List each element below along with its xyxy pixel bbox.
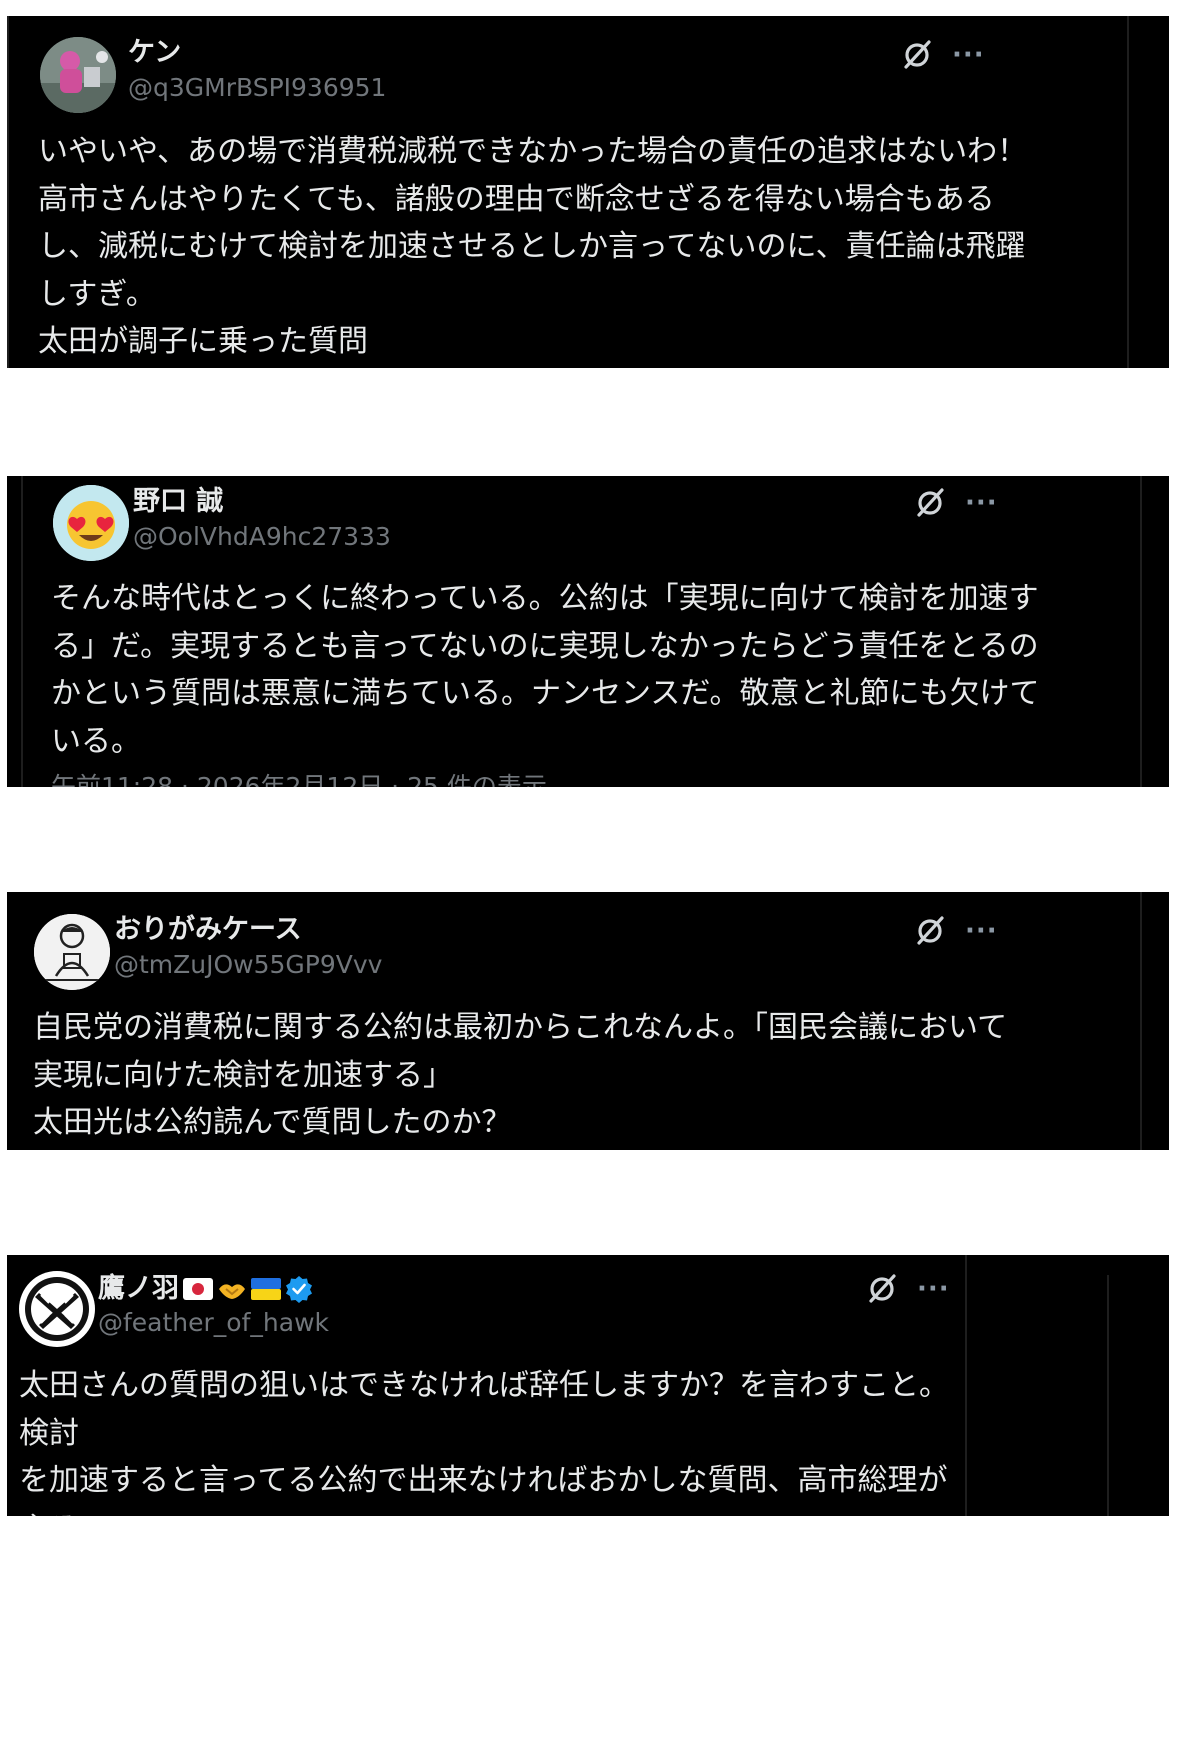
heart-eyes-emoji-icon	[53, 485, 129, 561]
japan-flag-icon	[183, 1278, 213, 1300]
more-icon[interactable]: ···	[952, 42, 985, 68]
user-handle[interactable]: @tmZuJOw55GP9Vvv	[114, 949, 382, 981]
post-actions: ···	[913, 914, 998, 948]
post-actions: ···	[913, 486, 998, 520]
grok-icon[interactable]	[865, 1272, 899, 1306]
divider	[1107, 1275, 1109, 1516]
user-handle[interactable]: @OolVhdA9hc27333	[133, 521, 391, 553]
post-text: いやいや、あの場で消費税減税できなかった場合の責任の追求はないわ！ 高市さんはや…	[38, 134, 1028, 359]
post-text: そんな時代はとっくに終わっている。公約は「実現に向けて検討を加速す る」だ。実現…	[51, 581, 1040, 759]
hawk-feather-crest-icon	[19, 1271, 95, 1347]
more-icon[interactable]: ···	[965, 490, 998, 516]
display-name-text: おりがみケース	[114, 914, 302, 945]
grok-icon[interactable]	[913, 486, 947, 520]
handshake-icon	[219, 1284, 245, 1299]
display-name-text: ケン	[128, 37, 182, 68]
avatar[interactable]	[53, 485, 129, 561]
divider	[1140, 892, 1142, 1150]
display-name[interactable]: 野口 誠	[133, 485, 223, 519]
post-text: 自民党の消費税に関する公約は最初からこれなんよ。「国民会議において 実現に向けた…	[33, 1010, 1008, 1140]
post-text: 太田さんの質問の狙いはできなければ辞任しますか？を言わすこと。検討 を加速すると…	[19, 1368, 949, 1516]
post-card[interactable]: おりがみケース @tmZuJOw55GP9Vvv ··· 自民党の消費税に関する…	[7, 892, 1169, 1150]
user-handle[interactable]: @feather_of_hawk	[98, 1307, 329, 1339]
divider	[21, 476, 23, 787]
display-name[interactable]: 鷹ノ羽	[98, 1272, 313, 1306]
display-name-text: 鷹ノ羽	[98, 1273, 179, 1304]
post-actions: ···	[900, 38, 985, 72]
verified-badge-icon[interactable]	[285, 1275, 313, 1303]
post-timestamp[interactable]: 午前11:28 · 2026年2月12日 · 25 件の表示	[51, 772, 547, 787]
post-card[interactable]: ケン @q3GMrBSPI936951 ··· いやいや、あの場で消費税減税でき…	[7, 16, 1169, 368]
grok-icon[interactable]	[900, 38, 934, 72]
display-name[interactable]: ケン	[128, 36, 181, 70]
grok-icon[interactable]	[913, 914, 947, 948]
avatar[interactable]	[34, 914, 110, 990]
display-name-text: 野口 誠	[133, 486, 224, 517]
divider	[7, 16, 9, 368]
user-handle[interactable]: @q3GMrBSPI936951	[128, 72, 386, 104]
avatar[interactable]	[19, 1271, 95, 1347]
divider	[965, 1255, 967, 1516]
post-card[interactable]: 鷹ノ羽 @feather_of_hawk ··· 太田さんの質問の狙いはできなけ…	[7, 1255, 1169, 1516]
more-icon[interactable]: ···	[917, 1276, 950, 1302]
avatar[interactable]	[40, 37, 116, 113]
post-card[interactable]: 野口 誠 @OolVhdA9hc27333 ··· そんな時代はとっくに終わって…	[7, 476, 1169, 787]
display-name[interactable]: おりがみケース	[114, 913, 302, 947]
divider	[1140, 476, 1142, 787]
divider	[1127, 16, 1129, 368]
ukraine-flag-icon	[251, 1278, 281, 1300]
post-actions: ···	[865, 1272, 950, 1306]
more-icon[interactable]: ···	[965, 918, 998, 944]
